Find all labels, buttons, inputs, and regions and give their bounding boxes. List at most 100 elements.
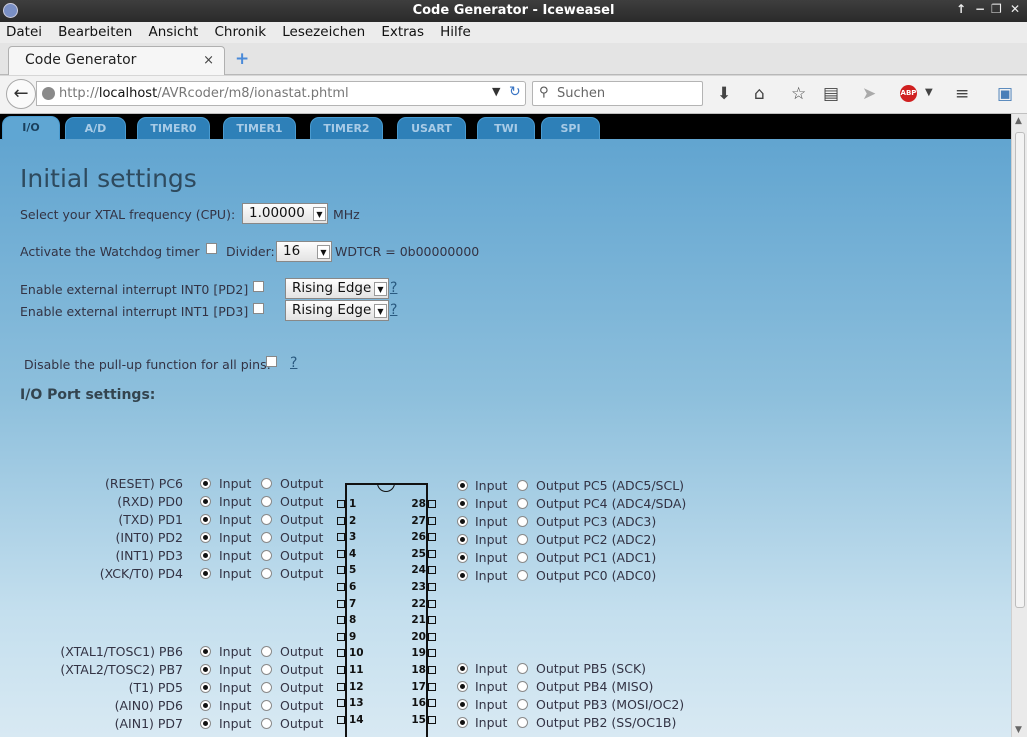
search-box[interactable]: ⚲ Suchen	[532, 81, 703, 106]
output-radio[interactable]	[517, 534, 528, 545]
output-radio[interactable]	[517, 681, 528, 692]
chip-pin-left	[337, 616, 345, 625]
output-radio[interactable]	[517, 663, 528, 674]
tab-io[interactable]: I/O	[2, 116, 60, 140]
output-radio[interactable]	[261, 532, 272, 543]
scroll-up-icon[interactable]: ▲	[1015, 116, 1022, 126]
scrollbar-thumb[interactable]	[1015, 132, 1025, 608]
output-radio[interactable]	[261, 568, 272, 579]
menu-chronik[interactable]: Chronik	[214, 22, 266, 40]
reader-list-icon[interactable]: ▤	[823, 84, 839, 104]
input-radio[interactable]	[200, 496, 211, 507]
int1-checkbox[interactable]	[253, 303, 264, 314]
pullup-checkbox[interactable]	[266, 356, 277, 367]
close-tab-icon[interactable]: ×	[203, 53, 214, 68]
input-radio[interactable]	[200, 550, 211, 561]
output-radio[interactable]	[517, 498, 528, 509]
output-radio[interactable]	[517, 699, 528, 710]
tab-timer1[interactable]: TIMER1	[223, 117, 296, 139]
input-radio[interactable]	[200, 700, 211, 711]
int1-help-link[interactable]: ?	[390, 302, 397, 318]
output-radio[interactable]	[261, 514, 272, 525]
reload-icon[interactable]: ↻	[509, 84, 521, 100]
output-radio[interactable]	[517, 717, 528, 728]
input-radio[interactable]	[457, 699, 468, 710]
pullup-help-link[interactable]: ?	[290, 355, 297, 371]
browser-tab[interactable]: Code Generator ×	[8, 46, 225, 75]
output-radio[interactable]	[261, 718, 272, 729]
tab-ad[interactable]: A/D	[65, 117, 126, 139]
chip-pin-left	[337, 666, 345, 674]
send-icon[interactable]: ➤	[862, 84, 876, 104]
int0-help-link[interactable]: ?	[390, 280, 397, 296]
input-radio[interactable]	[200, 646, 211, 657]
xtal-select[interactable]: 1.00000 ▼	[242, 203, 328, 224]
close-window-button[interactable]: ✕	[1010, 2, 1020, 16]
int0-checkbox[interactable]	[253, 281, 264, 292]
new-tab-icon[interactable]: +	[235, 49, 249, 69]
menu-datei[interactable]: Datei	[6, 22, 42, 40]
output-radio[interactable]	[517, 552, 528, 563]
output-radio[interactable]	[517, 480, 528, 491]
output-radio[interactable]	[261, 550, 272, 561]
input-radio[interactable]	[200, 682, 211, 693]
vertical-scrollbar[interactable]: ▲ ▼	[1011, 114, 1027, 737]
input-radio[interactable]	[457, 480, 468, 491]
hamburger-menu-icon[interactable]: ≡	[955, 84, 969, 104]
minimize-button[interactable]: −	[975, 2, 985, 16]
home-icon[interactable]: ⌂	[754, 84, 765, 104]
input-radio[interactable]	[457, 681, 468, 692]
input-radio[interactable]	[457, 498, 468, 509]
input-radio[interactable]	[457, 663, 468, 674]
tab-timer0[interactable]: TIMER0	[137, 117, 210, 139]
adblock-icon[interactable]: ABP	[900, 85, 917, 102]
url-dropdown-icon[interactable]: ▼	[492, 85, 500, 98]
window-up-button[interactable]: ↑	[956, 2, 966, 16]
output-radio[interactable]	[261, 682, 272, 693]
watchdog-checkbox[interactable]	[206, 243, 217, 254]
input-label: Input	[219, 530, 252, 545]
input-radio[interactable]	[200, 664, 211, 675]
menu-bearbeiten[interactable]: Bearbeiten	[58, 22, 132, 40]
bookmark-star-icon[interactable]: ☆	[791, 84, 806, 104]
output-radio[interactable]	[261, 646, 272, 657]
scroll-down-icon[interactable]: ▼	[1015, 725, 1022, 735]
download-icon[interactable]: ⬇	[717, 84, 731, 104]
tab-spi[interactable]: SPI	[541, 117, 600, 139]
input-radio[interactable]	[457, 516, 468, 527]
input-radio[interactable]	[457, 717, 468, 728]
tab-timer2[interactable]: TIMER2	[310, 117, 383, 139]
menu-extras[interactable]: Extras	[381, 22, 424, 40]
int1-select[interactable]: Rising Edge ▼	[285, 300, 389, 321]
picture-icon[interactable]: ▣	[997, 84, 1013, 104]
adblock-dropdown-icon[interactable]: ▼	[925, 87, 933, 98]
input-radio[interactable]	[457, 534, 468, 545]
output-radio[interactable]	[261, 496, 272, 507]
input-radio[interactable]	[200, 532, 211, 543]
menu-lesezeichen[interactable]: Lesezeichen	[282, 22, 365, 40]
output-radio[interactable]	[261, 700, 272, 711]
input-radio[interactable]	[457, 552, 468, 563]
output-radio[interactable]	[517, 516, 528, 527]
output-label: Output PC3 (ADC3)	[536, 514, 657, 529]
menu-ansicht[interactable]: Ansicht	[148, 22, 198, 40]
input-radio[interactable]	[200, 478, 211, 489]
input-radio[interactable]	[457, 570, 468, 581]
divider-select[interactable]: 16 ▼	[276, 241, 332, 262]
output-radio[interactable]	[517, 570, 528, 581]
output-label: Output PB5 (SCK)	[536, 661, 647, 676]
url-bar[interactable]: http://localhost/AVRcoder/m8/ionastat.ph…	[36, 81, 526, 106]
input-radio[interactable]	[200, 718, 211, 729]
back-button[interactable]: ←	[6, 79, 36, 109]
menu-hilfe[interactable]: Hilfe	[440, 22, 471, 40]
int0-select[interactable]: Rising Edge ▼	[285, 278, 389, 299]
tab-usart[interactable]: USART	[397, 117, 466, 139]
maximize-button[interactable]: ❐	[991, 2, 1002, 16]
tab-twi[interactable]: TWI	[477, 117, 535, 139]
input-radio[interactable]	[200, 514, 211, 525]
pullup-label: Disable the pull-up function for all pin…	[24, 357, 271, 372]
output-radio[interactable]	[261, 478, 272, 489]
input-radio[interactable]	[200, 568, 211, 579]
output-radio[interactable]	[261, 664, 272, 675]
chip-pin-right	[428, 583, 436, 591]
